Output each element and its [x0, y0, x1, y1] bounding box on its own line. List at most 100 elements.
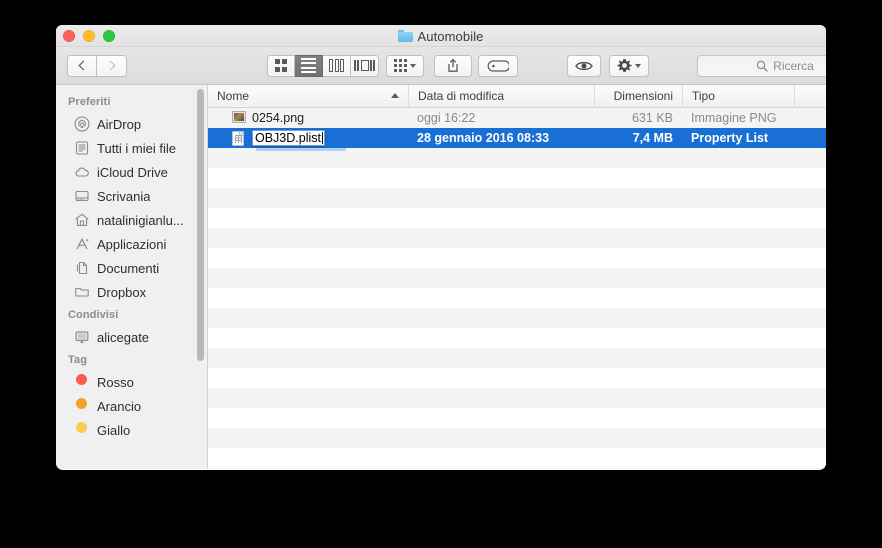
empty-row — [208, 228, 826, 248]
table-row[interactable]: 0254.png oggi 16:22 631 KB Immagine PNG — [208, 108, 826, 128]
sidebar-scrollbar[interactable] — [197, 89, 204, 361]
tag-dot-icon — [74, 398, 90, 414]
sidebar-heading-preferiti: Preferiti — [68, 96, 111, 108]
row-date-cell: oggi 16:22 — [417, 111, 476, 125]
sidebar-item-applicazioni[interactable]: Applicazioni — [56, 232, 207, 256]
sidebar-item-tag-arancio[interactable]: Arancio — [56, 394, 207, 418]
empty-row — [208, 308, 826, 328]
empty-row — [208, 168, 826, 188]
window-body: Preferiti AirDrop Tutti i miei file iClo… — [56, 85, 826, 469]
sidebar-item-label: Applicazioni — [97, 236, 167, 252]
sidebar: Preferiti AirDrop Tutti i miei file iClo… — [56, 85, 208, 469]
airdrop-icon — [74, 116, 90, 132]
icon-view-button[interactable] — [267, 54, 295, 77]
sidebar-item-label: Scrivania — [97, 188, 151, 204]
sidebar-item-label: Documenti — [97, 260, 160, 276]
arrange-by-button[interactable] — [386, 54, 424, 77]
sidebar-item-airdrop[interactable]: AirDrop — [56, 112, 207, 136]
window-title: Automobile — [417, 28, 484, 44]
table-row[interactable]: OBJ3D.plist 28 gennaio 2016 08:33 7,4 MB… — [208, 128, 826, 148]
folder-icon — [398, 30, 414, 42]
all-my-files-icon — [74, 140, 90, 156]
sidebar-item-tag-rosso[interactable]: Rosso — [56, 370, 207, 394]
png-file-icon — [232, 110, 246, 126]
sort-ascending-icon — [391, 92, 399, 98]
home-icon — [74, 212, 90, 228]
column-header-dimensioni[interactable]: Dimensioni — [594, 85, 682, 108]
sidebar-item-scrivania[interactable]: Scrivania — [56, 184, 207, 208]
sidebar-item-tutti-i-miei-file[interactable]: Tutti i miei file — [56, 136, 207, 160]
cover-flow-view-button[interactable] — [351, 54, 379, 77]
arrange-grid-icon — [393, 59, 408, 72]
row-name-cell: 0254.png — [208, 108, 408, 128]
sidebar-item-documenti[interactable]: Documenti — [56, 256, 207, 280]
empty-row — [208, 248, 826, 268]
toolbar: Ricerca — [56, 47, 826, 85]
share-control — [434, 54, 472, 77]
empty-row — [208, 368, 826, 388]
row-name-cell: OBJ3D.plist — [208, 128, 408, 148]
list-view-button[interactable] — [295, 54, 323, 77]
row-type-cell: Property List — [691, 131, 769, 145]
sidebar-item-label: Tutti i miei file — [97, 140, 176, 156]
sidebar-heading-condivisi: Condivisi — [68, 309, 119, 321]
file-rows: 0254.png oggi 16:22 631 KB Immagine PNG — [208, 108, 826, 469]
sidebar-item-home[interactable]: natalinigianlu... — [56, 208, 207, 232]
sidebar-item-label: Rosso — [97, 374, 134, 390]
columns-icon — [329, 59, 344, 72]
row-size-cell: 631 KB — [631, 111, 673, 125]
chevron-left-icon — [78, 60, 89, 71]
tag-dot-icon — [74, 422, 90, 438]
display-icon — [74, 329, 90, 345]
sidebar-item-dropbox[interactable]: Dropbox — [56, 280, 207, 304]
forward-button[interactable] — [97, 54, 127, 77]
search-icon — [756, 60, 768, 72]
column-view-button[interactable] — [323, 54, 351, 77]
action-menu-button[interactable] — [609, 54, 649, 77]
grid-icon — [274, 59, 288, 72]
empty-row — [208, 188, 826, 208]
edit-tags-button[interactable] — [478, 54, 518, 77]
finder-window: Automobile Ricerca Preferiti AirDrop Tut… — [56, 25, 826, 470]
gear-icon — [617, 59, 632, 72]
quicklook-button[interactable] — [567, 54, 601, 77]
sidebar-item-alicegate[interactable]: alicegate — [56, 325, 207, 349]
back-button[interactable] — [67, 54, 97, 77]
column-header-data-di-modifica[interactable]: Data di modifica — [408, 85, 594, 108]
arrange-by-control — [386, 54, 424, 77]
column-header-tipo[interactable]: Tipo — [682, 85, 794, 108]
column-header-nome[interactable]: Nome — [208, 85, 408, 108]
file-name: 0254.png — [252, 111, 305, 125]
rename-input-shadow — [256, 148, 346, 151]
sidebar-item-label: AirDrop — [97, 116, 142, 132]
empty-row — [208, 268, 826, 288]
sidebar-item-icloud-drive[interactable]: iCloud Drive — [56, 160, 207, 184]
list-icon — [301, 57, 316, 74]
applications-icon — [74, 236, 90, 252]
icloud-icon — [74, 164, 90, 180]
empty-row — [208, 328, 826, 348]
search-field[interactable]: Ricerca — [697, 54, 826, 77]
window-title-group: Automobile — [56, 25, 826, 47]
title-bar[interactable]: Automobile — [56, 25, 826, 47]
sidebar-item-label: natalinigianlu... — [97, 212, 184, 228]
coverflow-icon — [354, 60, 375, 71]
plist-file-icon — [232, 130, 245, 146]
eye-icon — [575, 61, 593, 70]
empty-row — [208, 148, 826, 168]
sidebar-item-label: Giallo — [97, 422, 131, 438]
empty-row — [208, 388, 826, 408]
navigation-buttons — [67, 54, 127, 77]
sidebar-item-label: Dropbox — [97, 284, 147, 300]
empty-row — [208, 288, 826, 308]
empty-row — [208, 428, 826, 448]
rename-input[interactable]: OBJ3D.plist — [252, 130, 325, 146]
sidebar-item-tag-giallo[interactable]: Giallo — [56, 418, 207, 442]
share-button[interactable] — [434, 54, 472, 77]
action-menu-control — [609, 54, 649, 77]
documents-icon — [74, 260, 90, 276]
tag-control — [478, 54, 518, 77]
empty-row — [208, 348, 826, 368]
quicklook-control — [567, 54, 601, 77]
view-mode-segmented-control — [267, 54, 379, 77]
